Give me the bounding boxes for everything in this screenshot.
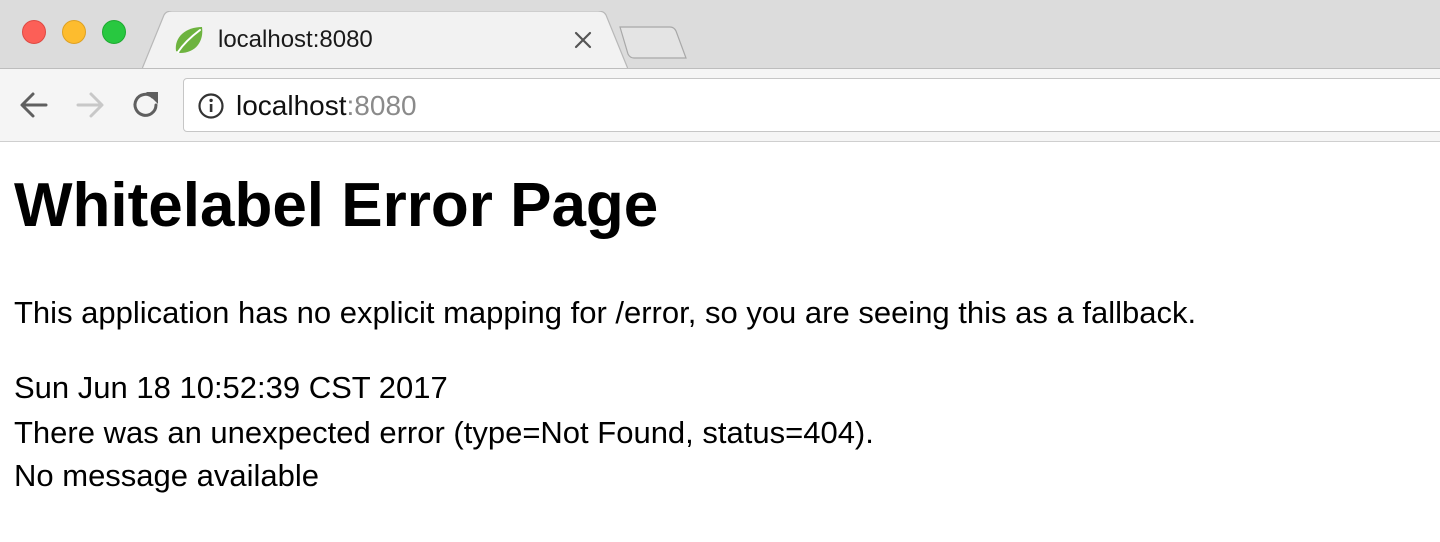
error-description: This application has no explicit mapping… [14, 295, 1197, 330]
url-port: :8080 [346, 90, 417, 121]
error-message: No message available [14, 458, 320, 493]
error-status: There was an unexpected error (type=Not … [14, 415, 874, 450]
arrow-left-icon[interactable] [16, 87, 52, 123]
tab-strip: localhost:8080 [0, 0, 1440, 69]
page-title: Whitelabel Error Page [14, 171, 659, 240]
url-text: localhost:8080 [236, 90, 417, 122]
window-minimize-button[interactable] [62, 20, 86, 44]
browser-toolbar: localhost:8080 [0, 68, 1440, 142]
spring-leaf-icon [172, 23, 206, 57]
arrow-right-icon[interactable] [72, 87, 108, 123]
window-close-button[interactable] [22, 20, 46, 44]
info-icon[interactable] [197, 92, 225, 120]
reload-icon[interactable] [128, 87, 164, 123]
new-tab-button[interactable] [616, 25, 688, 61]
active-tab[interactable]: localhost:8080 [142, 11, 628, 69]
address-bar[interactable]: localhost:8080 [183, 78, 1440, 132]
window-maximize-button[interactable] [102, 20, 126, 44]
close-tab-icon[interactable] [570, 27, 596, 53]
tab-title: localhost:8080 [218, 26, 373, 53]
url-host: localhost [236, 90, 347, 121]
error-timestamp: Sun Jun 18 10:52:39 CST 2017 [14, 370, 448, 405]
